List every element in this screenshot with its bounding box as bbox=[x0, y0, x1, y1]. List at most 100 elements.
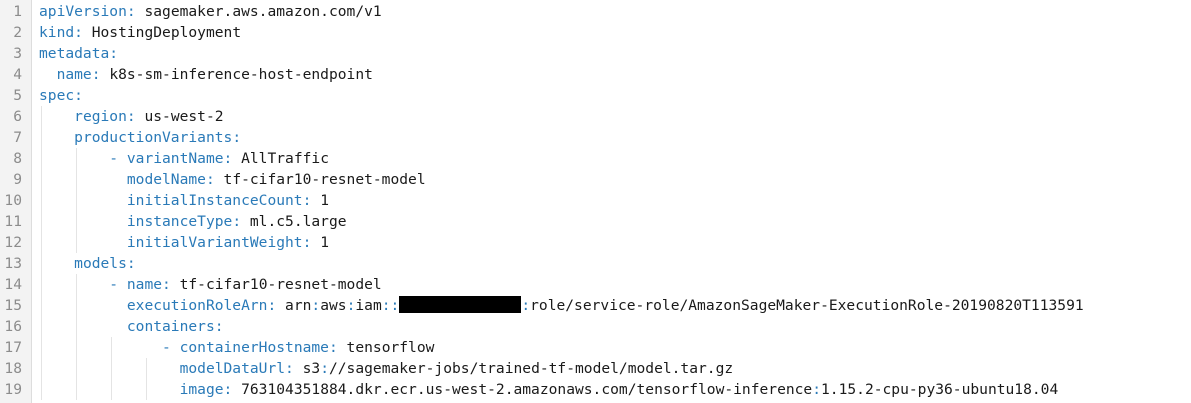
code-text: containers: bbox=[39, 316, 224, 337]
line-number: 4 bbox=[13, 66, 22, 83]
colon: : bbox=[214, 318, 224, 335]
colon: : bbox=[267, 297, 277, 314]
line-number: 7 bbox=[13, 129, 22, 146]
yaml-value: us-west-2 bbox=[135, 108, 224, 125]
code-text: modelDataUrl: s3://sagemaker-jobs/traine… bbox=[39, 358, 734, 379]
line-number: 9 bbox=[13, 171, 22, 188]
yaml-code-editor[interactable]: 1 apiVersion: sagemaker.aws.amazon.com/v1… bbox=[0, 0, 1191, 403]
line-number: 8 bbox=[13, 150, 22, 167]
colon: : bbox=[232, 213, 242, 230]
yaml-key: spec bbox=[39, 87, 75, 104]
yaml-value: sagemaker.aws.amazon.com/v1 bbox=[135, 3, 382, 20]
yaml-key: apiVersion bbox=[39, 3, 127, 20]
colon: : bbox=[74, 87, 83, 104]
code-text: name: k8s-sm-inference-host-endpoint bbox=[39, 64, 373, 85]
yaml-value: k8s-sm-inference-host-endpoint bbox=[100, 66, 373, 83]
line-number: 10 bbox=[4, 192, 22, 209]
yaml-key: name bbox=[126, 276, 163, 293]
line-number: 18 bbox=[4, 360, 22, 377]
yaml-key: variantName bbox=[126, 150, 224, 167]
code-line[interactable]: 9 modelName: tf-cifar10-resnet-model bbox=[0, 169, 1191, 190]
colon: : bbox=[162, 276, 171, 293]
code-text: executionRoleArn: arn:aws:iam:::role/ser… bbox=[39, 295, 1084, 316]
line-number: 17 bbox=[4, 339, 22, 356]
code-text: spec: bbox=[39, 85, 83, 106]
yaml-key: initialInstanceCount bbox=[126, 192, 303, 209]
code-line[interactable]: 16 containers: bbox=[0, 316, 1191, 337]
line-number: 19 bbox=[4, 381, 22, 398]
line-number: 13 bbox=[4, 255, 22, 272]
code-line[interactable]: 19 image: 763104351884.dkr.ecr.us-west-2… bbox=[0, 379, 1191, 400]
code-text: image: 763104351884.dkr.ecr.us-west-2.am… bbox=[39, 379, 1059, 400]
line-number: 6 bbox=[13, 108, 22, 125]
code-text: models: bbox=[39, 253, 136, 274]
yaml-value: tensorflow bbox=[337, 339, 435, 356]
yaml-key: containerHostname bbox=[179, 339, 329, 356]
code-line[interactable]: 11 instanceType: ml.c5.large bbox=[0, 211, 1191, 232]
line-number: 3 bbox=[13, 45, 22, 62]
code-line[interactable]: 7 productionVariants: bbox=[0, 127, 1191, 148]
yaml-value: HostingDeployment bbox=[82, 24, 242, 41]
yaml-key: kind bbox=[39, 24, 75, 41]
code-line[interactable]: 8 - variantName: AllTraffic bbox=[0, 148, 1191, 169]
line-number: 14 bbox=[4, 276, 22, 293]
code-line[interactable]: 15 executionRoleArn: arn:aws:iam:::role/… bbox=[0, 295, 1191, 316]
redacted-account-id bbox=[399, 296, 522, 313]
yaml-value: tf-cifar10-resnet-model bbox=[170, 276, 382, 293]
yaml-key: modelDataUrl bbox=[179, 360, 286, 377]
yaml-value-continued: :role/service-role/AmazonSageMaker-Execu… bbox=[521, 297, 1084, 314]
colon: : bbox=[126, 3, 136, 20]
code-line[interactable]: 1 apiVersion: sagemaker.aws.amazon.com/v1 bbox=[0, 1, 1191, 22]
code-line[interactable]: 18 modelDataUrl: s3://sagemaker-jobs/tra… bbox=[0, 358, 1191, 379]
code-line[interactable]: 4 name: k8s-sm-inference-host-endpoint bbox=[0, 64, 1191, 85]
yaml-key: executionRoleArn bbox=[126, 297, 268, 314]
colon: : bbox=[285, 360, 294, 377]
yaml-value: arn:aws:iam:: bbox=[276, 297, 400, 314]
yaml-value: s3://sagemaker-jobs/trained-tf-model/mod… bbox=[293, 360, 734, 377]
code-text: - variantName: AllTraffic bbox=[39, 148, 329, 169]
list-dash: - bbox=[109, 276, 127, 293]
yaml-key: containers bbox=[126, 318, 215, 335]
colon: : bbox=[126, 255, 136, 272]
line-number: 5 bbox=[13, 87, 22, 104]
yaml-key: name bbox=[56, 66, 92, 83]
yaml-value: AllTraffic bbox=[232, 150, 329, 167]
code-text: modelName: tf-cifar10-resnet-model bbox=[39, 169, 426, 190]
line-number: 2 bbox=[13, 24, 22, 41]
list-dash: - bbox=[162, 339, 180, 356]
yaml-value: 1 bbox=[311, 234, 329, 251]
line-number: 16 bbox=[4, 318, 22, 335]
colon: : bbox=[205, 171, 215, 188]
colon: : bbox=[223, 381, 233, 398]
code-line[interactable]: 13 models: bbox=[0, 253, 1191, 274]
line-number: 12 bbox=[4, 234, 22, 251]
code-line[interactable]: 3 metadata: bbox=[0, 43, 1191, 64]
code-text: initialVariantWeight: 1 bbox=[39, 232, 329, 253]
code-line[interactable]: 6 region: us-west-2 bbox=[0, 106, 1191, 127]
colon: : bbox=[74, 24, 83, 41]
code-text: - containerHostname: tensorflow bbox=[39, 337, 434, 358]
yaml-value: tf-cifar10-resnet-model bbox=[214, 171, 426, 188]
code-line[interactable]: 5 spec: bbox=[0, 85, 1191, 106]
code-line[interactable]: 2 kind: HostingDeployment bbox=[0, 22, 1191, 43]
code-line[interactable]: 14 - name: tf-cifar10-resnet-model bbox=[0, 274, 1191, 295]
list-dash: - bbox=[109, 150, 127, 167]
code-text: kind: HostingDeployment bbox=[39, 22, 241, 43]
code-text: initialInstanceCount: 1 bbox=[39, 190, 329, 211]
yaml-key: instanceType bbox=[126, 213, 233, 230]
code-line[interactable]: 10 initialInstanceCount: 1 bbox=[0, 190, 1191, 211]
yaml-value: 1 bbox=[311, 192, 329, 209]
code-line[interactable]: 17 - containerHostname: tensorflow bbox=[0, 337, 1191, 358]
code-line[interactable]: 12 initialVariantWeight: 1 bbox=[0, 232, 1191, 253]
colon: : bbox=[91, 66, 101, 83]
